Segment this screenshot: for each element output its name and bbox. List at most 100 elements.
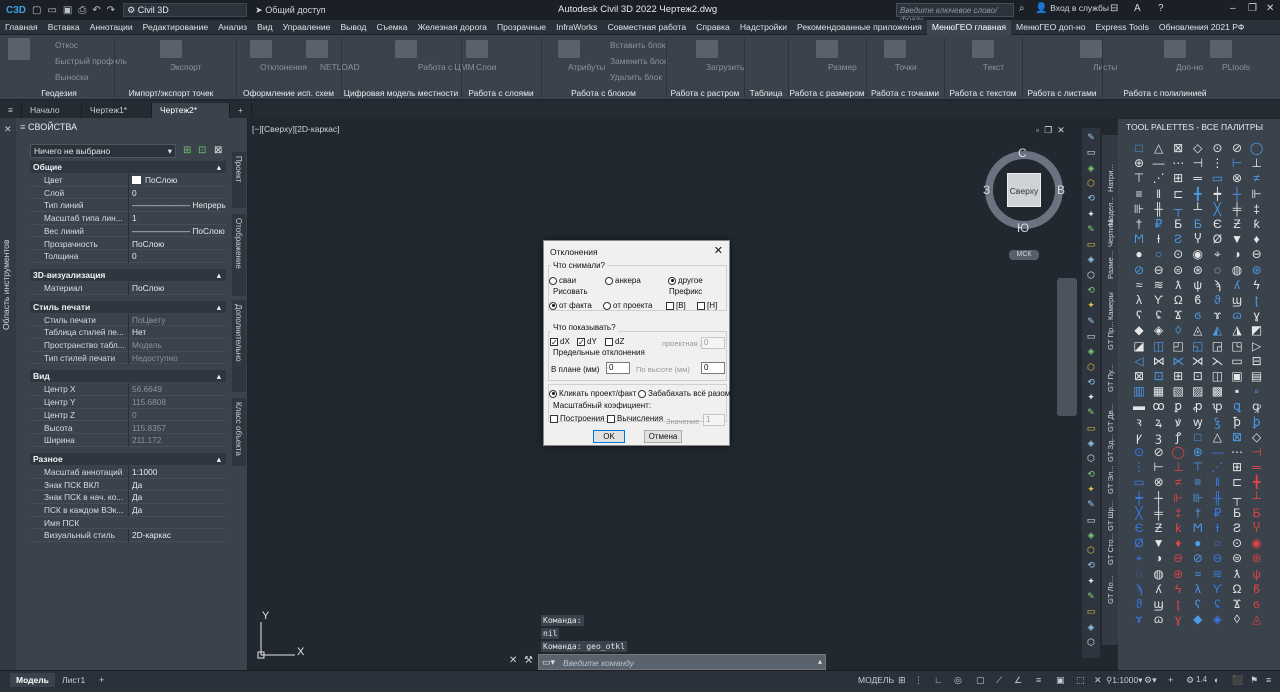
isolate-icon[interactable]: ◐ — [1214, 675, 1219, 685]
palette-tool-icon[interactable]: ⋮ — [1132, 460, 1146, 474]
otrack-icon[interactable]: ∠ — [1014, 675, 1022, 686]
menu-tab-12[interactable]: Совместная работа — [602, 20, 691, 35]
palette-tool-icon[interactable]: ≡ — [1132, 187, 1146, 201]
palette-tool-icon[interactable]: ⋉ — [1171, 354, 1185, 368]
palette-tool-icon[interactable]: ▷ — [1250, 339, 1264, 353]
ribbon-panel-5[interactable]: Работа с блоком — [541, 87, 666, 100]
checks-check-0[interactable]: ✓ dX — [550, 337, 570, 346]
palette-tool-icon[interactable]: ψ — [1191, 278, 1205, 292]
palette-tool-icon[interactable]: ◳ — [1230, 339, 1244, 353]
tool-palette-side-icon[interactable]: ◈ — [1084, 252, 1098, 266]
command-close-icon[interactable]: ✕ — [509, 655, 517, 666]
restore-icon[interactable]: ❐ — [1248, 3, 1257, 14]
select-objects-icon[interactable]: ⊡ — [198, 145, 206, 156]
ortho-icon[interactable]: ∟ — [934, 675, 943, 685]
palette-titlebar[interactable] — [0, 118, 16, 670]
palette-tool-icon[interactable]: ɣ — [1250, 308, 1264, 322]
palette-tool-icon[interactable]: ⋮ — [1210, 156, 1224, 170]
ribbon-button-10[interactable]: Удалить блок — [610, 72, 662, 82]
ribbon-button-9[interactable]: Заменить блок — [610, 56, 668, 66]
palette-tool-icon[interactable]: ◇ — [1191, 141, 1205, 155]
tool-palette-tab-3[interactable]: Разме... — [1106, 251, 1115, 279]
palette-tool-icon[interactable]: ϐ — [1191, 293, 1205, 307]
prop-row[interactable]: Цвет ПоСлою — [30, 174, 226, 187]
checks2-check-1[interactable]: Вычисления — [607, 414, 663, 423]
ribbon-icon-7[interactable] — [696, 40, 718, 58]
prop-row[interactable]: Слой 0 — [30, 186, 226, 200]
autodesk-icon[interactable]: A — [1134, 3, 1141, 14]
palette-tool-icon[interactable]: ⊖ — [1210, 551, 1224, 565]
palette-tool-icon[interactable]: Ƃ — [1250, 506, 1264, 520]
palette-tool-icon[interactable]: ╋ — [1191, 187, 1205, 201]
palette-tool-icon[interactable]: ƛ — [1230, 567, 1244, 581]
palette-tool-icon[interactable]: ʢ — [1152, 308, 1166, 322]
palette-tool-icon[interactable]: ◈ — [1210, 612, 1224, 626]
prop-row[interactable]: Имя ПСК — [30, 517, 226, 530]
palette-tool-icon[interactable]: ϭ — [1250, 597, 1264, 611]
palette-tool-icon[interactable]: ┿ — [1132, 491, 1146, 505]
palette-tool-icon[interactable]: ʎ — [1230, 278, 1244, 292]
tool-palette-side-icon[interactable]: ▭ — [1084, 145, 1098, 159]
palette-tool-icon[interactable]: ◮ — [1230, 323, 1244, 337]
palette-tool-icon[interactable]: Є — [1210, 217, 1224, 231]
layout-tab-1[interactable]: Лист1 — [56, 673, 91, 687]
palette-tool-icon[interactable]: ⋯ — [1230, 445, 1244, 459]
menu-tab-2[interactable]: Аннотации — [85, 20, 138, 35]
menu-tab-3[interactable]: Редактирование — [138, 20, 213, 35]
search-input[interactable]: Введите ключевое слово/фразу — [896, 3, 1014, 24]
ribbon-icon-12[interactable] — [1164, 40, 1186, 58]
layout-tab-0[interactable]: Модель — [10, 673, 55, 687]
ribbon-panel-6[interactable]: Работа с растром — [666, 87, 744, 100]
palette-tool-icon[interactable]: Б — [1171, 217, 1185, 231]
checks-check-2[interactable]: dZ — [605, 337, 624, 346]
ribbon-button-15[interactable]: Текст — [983, 62, 1004, 72]
tool-palette-side-icon[interactable]: ✦ — [1084, 390, 1098, 404]
palette-tool-icon[interactable]: ▭ — [1132, 475, 1146, 489]
mode-radio-0[interactable]: Кликать проект/факт — [549, 389, 636, 398]
tool-palette-side-icon[interactable]: ⬡ — [1084, 176, 1098, 190]
ribbon-panel-11[interactable]: Работа с листами — [1022, 87, 1102, 100]
palette-tool-icon[interactable]: ≋ — [1210, 567, 1224, 581]
palette-tool-icon[interactable]: — — [1210, 445, 1224, 459]
survey-radio-2[interactable]: другое — [668, 276, 703, 285]
palette-tool-icon[interactable]: ⊛ — [1191, 263, 1205, 277]
palette-tool-icon[interactable]: ⋰ — [1210, 460, 1224, 474]
transparency-icon[interactable]: ▣ — [1056, 675, 1065, 686]
palette-tool-icon[interactable]: ◯ — [1250, 141, 1264, 155]
navigation-bar[interactable] — [1057, 278, 1077, 416]
palette-tool-icon[interactable]: Є — [1132, 521, 1146, 535]
palette-tool-icon[interactable]: ◆ — [1132, 323, 1146, 337]
palette-tool-icon[interactable]: ϟ — [1250, 278, 1264, 292]
palette-tool-icon[interactable]: ɷ — [1152, 612, 1166, 626]
polar-icon[interactable]: ◎ — [954, 675, 962, 686]
menu-tab-1[interactable]: Вставка — [43, 20, 85, 35]
tool-palette-side-icon[interactable]: ⟲ — [1084, 467, 1098, 481]
palette-tool-icon[interactable]: ʈ — [1171, 597, 1185, 611]
palette-tool-icon[interactable]: Ⴤ — [1250, 521, 1264, 535]
palette-tool-icon[interactable]: ◫ — [1152, 339, 1166, 353]
palette-tool-icon[interactable]: ◯ — [1171, 445, 1185, 459]
prop-row[interactable]: Высота 115.8357 — [30, 421, 226, 435]
ribbon-icon-8[interactable] — [816, 40, 838, 58]
palette-tool-icon[interactable]: ┼ — [1230, 187, 1244, 201]
prefix-check-0[interactable]: [B] — [666, 301, 686, 310]
palette-tool-icon[interactable]: ◪ — [1132, 339, 1146, 353]
palette-tool-icon[interactable]: ⊜ — [1171, 263, 1185, 277]
tool-palette-side-icon[interactable]: ⬡ — [1084, 543, 1098, 557]
tool-palette-side-icon[interactable]: ⟲ — [1084, 191, 1098, 205]
palette-tool-icon[interactable]: ϭ — [1191, 308, 1205, 322]
palette-tool-icon[interactable]: ⊠ — [1171, 141, 1185, 155]
palette-tool-icon[interactable]: △ — [1152, 141, 1166, 155]
palette-tool-icon[interactable]: ꝑ — [1171, 399, 1185, 413]
palette-tool-icon[interactable]: ɤ — [1132, 612, 1146, 626]
ribbon-icon-4[interactable] — [395, 40, 417, 58]
palette-tool-icon[interactable]: △ — [1210, 430, 1224, 444]
palette-tool-icon[interactable]: † — [1132, 217, 1146, 231]
ribbon-icon-3[interactable] — [306, 40, 328, 58]
selection-cycling-icon[interactable]: ⬚ — [1076, 675, 1085, 686]
doc-tab-0[interactable]: Начало — [22, 103, 82, 118]
wrench-icon[interactable]: ⚒ — [524, 655, 533, 666]
ribbon-button-0[interactable]: Откос — [55, 40, 78, 50]
palette-tool-icon[interactable]: ⋈ — [1152, 354, 1166, 368]
palette-tool-icon[interactable]: ◍ — [1152, 567, 1166, 581]
